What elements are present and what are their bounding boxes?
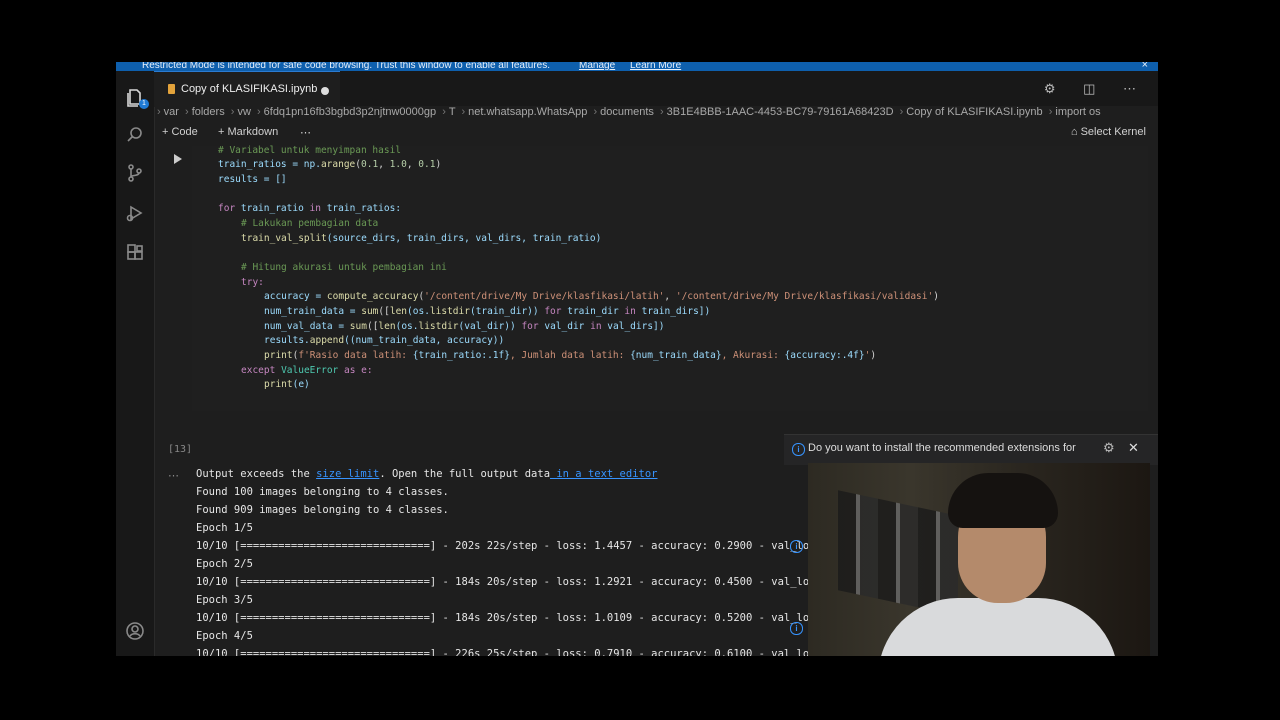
output-line: Epoch 2/5 <box>196 558 253 570</box>
breadcrumb-item[interactable]: folders <box>192 106 225 118</box>
info-icon: i <box>792 443 805 456</box>
output-line: 10/10 [==============================] -… <box>196 612 829 624</box>
code-line: results.append((num_train_data, accuracy… <box>264 335 505 346</box>
banner-close-icon[interactable]: × <box>1142 62 1148 71</box>
code-line: except ValueError as e: <box>241 365 373 376</box>
person-hair <box>948 473 1058 528</box>
breadcrumb: › var › folders › vw › 6fdq1pn16fb3bgbd3p2nj… <box>154 106 1158 124</box>
output-actions-icon[interactable]: ⋯ <box>168 469 179 482</box>
output-line: 10/10 [==============================] -… <box>196 540 829 552</box>
output-line: 10/10 [==============================] -… <box>196 648 829 656</box>
output-truncation-notice: Output exceeds the size limit. Open the … <box>196 468 658 480</box>
code-line: train_val_split(source_dirs, train_dirs,… <box>241 233 602 244</box>
notebook-toolbar: + Code + Markdown ⋯ ⌂ Select Kernel <box>154 124 1158 142</box>
code-line: accuracy = compute_accuracy('/content/dr… <box>264 291 939 302</box>
chevron-right-icon: › <box>660 106 664 118</box>
output-line: Epoch 4/5 <box>196 630 253 642</box>
wall-photos <box>838 490 958 616</box>
code-line: try: <box>241 277 264 288</box>
person-shirt <box>878 598 1118 656</box>
toast-message: Do you want to install the recommended e… <box>808 442 1076 454</box>
open-text-editor-link[interactable]: in a text editor <box>550 468 657 480</box>
breadcrumb-item[interactable]: net.whatsapp.WhatsApp <box>468 106 587 118</box>
run-cell-icon[interactable] <box>174 154 182 164</box>
add-markdown-button[interactable]: + Markdown <box>218 126 278 138</box>
output-line: Epoch 3/5 <box>196 594 253 606</box>
breadcrumb-item[interactable]: 3B1E4BBB-1AAC-4453-BC79-79161A68423D <box>667 106 894 118</box>
breadcrumb-item[interactable]: import os <box>1055 106 1100 118</box>
restricted-mode-banner: Restricted Mode is intended for safe cod… <box>116 62 1158 71</box>
tab-notebook[interactable]: Copy of KLASIFIKASI.ipynb <box>154 71 340 107</box>
code-line: num_val_data = sum([len(os.listdir(val_d… <box>264 321 665 332</box>
search-icon[interactable] <box>125 125 145 145</box>
execution-count: [13] <box>168 444 193 455</box>
chevron-right-icon: › <box>899 106 904 118</box>
banner-text: Restricted Mode is intended for safe cod… <box>142 62 550 71</box>
activity-bar: 1 <box>116 71 155 656</box>
code-line: print(e) <box>264 379 310 390</box>
breadcrumb-item[interactable]: 6fdq1pn16fb3bgbd3p2njtnw0000gp <box>264 106 437 118</box>
close-icon[interactable]: ✕ <box>1128 440 1139 456</box>
kernel-icon: ⌂ <box>1070 126 1081 138</box>
code-line: for train_ratio in train_ratios: <box>218 203 402 214</box>
gear-icon[interactable]: ⚙ <box>1103 440 1115 456</box>
extension-recommendation-toast: i Do you want to install the recommended… <box>784 434 1158 465</box>
select-kernel-label: Select Kernel <box>1080 126 1146 138</box>
select-kernel-button[interactable]: ⌂ Select Kernel <box>1071 126 1146 138</box>
info-icon[interactable]: i <box>790 622 803 635</box>
chevron-right-icon: › <box>230 106 235 118</box>
chevron-right-icon: › <box>461 106 466 118</box>
code-line: # Lakukan pembagian data <box>241 218 379 229</box>
explorer-icon[interactable]: 1 <box>125 87 149 109</box>
code-line: # Variabel untuk menyimpan hasil <box>218 145 402 156</box>
source-control-icon[interactable] <box>125 163 145 183</box>
chevron-right-icon: › <box>442 106 446 118</box>
manage-link[interactable]: Manage <box>579 62 615 71</box>
breadcrumb-item[interactable]: var <box>164 106 179 118</box>
notebook-file-icon <box>168 84 175 94</box>
chevron-right-icon: › <box>256 106 261 118</box>
output-line: Found 100 images belonging to 4 classes. <box>196 486 449 498</box>
chevron-right-icon: › <box>185 106 189 118</box>
account-icon[interactable] <box>125 621 145 641</box>
code-line: num_train_data = sum([len(os.listdir(tra… <box>264 306 711 317</box>
webcam-overlay <box>808 463 1150 656</box>
code-line: train_ratios = np.arange(0.1, 1.0, 0.1) <box>218 159 442 170</box>
more-actions-icon[interactable]: ⋯ <box>300 126 311 139</box>
output-line: 10/10 [==============================] -… <box>196 576 829 588</box>
output-line: Epoch 1/5 <box>196 522 253 534</box>
breadcrumb-item[interactable]: vw <box>237 106 250 118</box>
chevron-right-icon: › <box>593 106 598 118</box>
code-line: results = [] <box>218 174 287 185</box>
size-limit-link[interactable]: size limit <box>316 468 379 480</box>
chevron-right-icon: › <box>157 106 161 118</box>
code-line: # Hitung akurasi untuk pembagian ini <box>241 262 447 273</box>
editor-actions[interactable]: ⚙ ◫ ⋯ <box>1044 81 1148 97</box>
info-icon[interactable]: i <box>790 540 803 553</box>
tab-title: Copy of KLASIFIKASI.ipynb <box>181 83 318 95</box>
tab-bar: Copy of KLASIFIKASI.ipynb ⚙ ◫ ⋯ <box>154 71 1158 107</box>
unsaved-dot-icon[interactable] <box>321 87 329 95</box>
output-line: Found 909 images belonging to 4 classes. <box>196 504 449 516</box>
code-line: print(f'Rasio data latih: {train_ratio:.… <box>264 350 877 361</box>
breadcrumb-item[interactable]: Copy of KLASIFIKASI.ipynb <box>906 106 1042 118</box>
extensions-icon[interactable] <box>125 243 145 263</box>
chevron-right-icon: › <box>1048 106 1053 118</box>
explorer-badge: 1 <box>139 99 149 109</box>
breadcrumb-item[interactable]: T <box>449 106 456 118</box>
learn-more-link[interactable]: Learn More <box>630 62 681 71</box>
add-code-button[interactable]: + Code <box>162 126 198 138</box>
run-debug-icon[interactable] <box>125 203 145 223</box>
breadcrumb-item[interactable]: documents <box>600 106 654 118</box>
